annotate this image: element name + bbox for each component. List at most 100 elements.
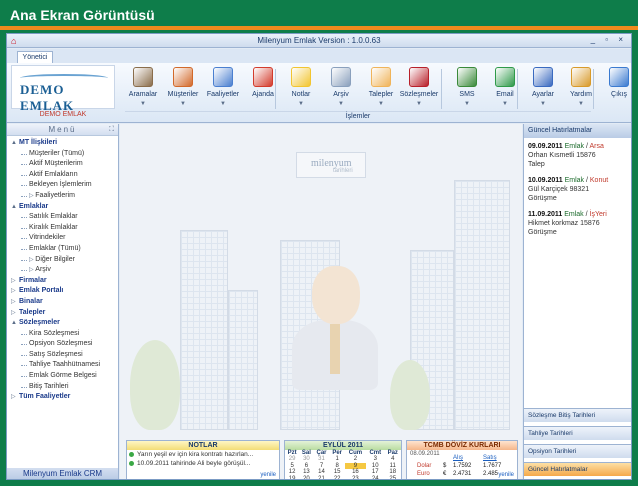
reminder-tab-button[interactable]: Sözleşme Bitiş Tarihleri bbox=[524, 408, 631, 422]
reminder-tab-button[interactable]: Opsiyon Tarihleri bbox=[524, 444, 631, 458]
reminder-item[interactable]: 11.09.2011 Emlak / İşYeri Hikmet korkmaz … bbox=[528, 210, 627, 237]
tab-yonetici[interactable]: Yönetici bbox=[17, 51, 53, 63]
tree-group[interactable]: ▷ Talepler bbox=[11, 308, 118, 319]
tool-notlar-button[interactable]: Notlar ▼ bbox=[283, 65, 319, 111]
exit-icon bbox=[609, 67, 629, 87]
tree-item[interactable]: Vitrindekiler bbox=[11, 233, 118, 244]
tool-label: Çıkış bbox=[611, 91, 627, 98]
tree-item[interactable]: Aktif Müşterilerim bbox=[11, 159, 118, 170]
notes-refresh-link[interactable]: yenile bbox=[260, 472, 276, 478]
tree-item[interactable]: ▷ Arşiv bbox=[11, 265, 118, 276]
tool-ar-iv-button[interactable]: Arşiv ▼ bbox=[323, 65, 359, 111]
chevron-down-icon: ▼ bbox=[540, 101, 546, 107]
tool-faaliyetler-button[interactable]: Faaliyetler ▼ bbox=[205, 65, 241, 111]
exchange-rates-panel: TCMB DÖVİZ KURLARI 08.09.2011 Alış Satış… bbox=[406, 440, 518, 480]
tree-item-label: Vitrindekiler bbox=[29, 234, 66, 242]
background-tree bbox=[130, 340, 180, 430]
tree-item[interactable]: Bitiş Tarihleri bbox=[11, 382, 118, 393]
ribbon: DEMO EMLAK DEMO EMLAK Aramalar ▼ Müşterile… bbox=[7, 63, 631, 123]
ribbon-separator bbox=[275, 69, 276, 109]
reminder-item[interactable]: 09.09.2011 Emlak / Arsa Orhan Kısmetli 15… bbox=[528, 142, 627, 169]
tree-item[interactable]: Satış Sözleşmesi bbox=[11, 350, 118, 361]
calendar-day[interactable]: 23 bbox=[345, 476, 366, 479]
tree-group[interactable]: ▷ Firmalar bbox=[11, 276, 118, 287]
tool--k--button[interactable]: Çıkış bbox=[601, 65, 631, 111]
tree-item[interactable]: ▷ Diğer Bilgiler bbox=[11, 255, 118, 266]
expand-icon[interactable]: ▷ bbox=[11, 308, 19, 319]
handshake-icon bbox=[371, 67, 391, 87]
calendar-day[interactable]: 24 bbox=[366, 476, 385, 479]
tree-item[interactable]: Satılık Emlaklar bbox=[11, 212, 118, 223]
fx-sell-value: 2.8232 bbox=[483, 479, 501, 480]
reminder-contact: Gül Karçiçek 98321 bbox=[528, 186, 590, 193]
tree-item[interactable]: Müşteriler (Tümü) bbox=[11, 149, 118, 160]
fx-buy-value: 2.4731 bbox=[453, 471, 472, 477]
chevron-down-icon: ▼ bbox=[464, 101, 470, 107]
pin-icon[interactable]: ⛶ bbox=[109, 124, 114, 136]
collapse-icon[interactable]: ▲ bbox=[11, 202, 19, 213]
tree-group[interactable]: ▲ Sözleşmeler bbox=[11, 318, 118, 329]
tool-m-teriler-button[interactable]: Müşteriler ▼ bbox=[165, 65, 201, 111]
expand-icon[interactable]: ▷ bbox=[11, 392, 19, 403]
reminder-contact: Hikmet korkmaz 15876 bbox=[528, 220, 600, 227]
tool-label: Faaliyetler bbox=[206, 91, 240, 98]
calendar-day[interactable]: 19 bbox=[285, 476, 299, 479]
note-item[interactable]: Yarın yeşil ev için kira kontratı hazırl… bbox=[127, 450, 279, 459]
tree-item-label: Opsiyon Sözleşmesi bbox=[29, 340, 93, 348]
tool-talepler-button[interactable]: Talepler ▼ bbox=[363, 65, 399, 111]
note-text: 10.09.2011 tahirinde Ali beyle görüşül..… bbox=[137, 460, 251, 467]
logo-arc bbox=[20, 74, 108, 82]
tree-item[interactable]: Kira Sözleşmesi bbox=[11, 329, 118, 340]
main-area: milenyum tarihleri NOTLAR Yarın yeşil ev… bbox=[120, 124, 522, 480]
fx-refresh-link[interactable]: yenile bbox=[498, 472, 514, 478]
expand-icon[interactable]: ▷ bbox=[11, 276, 19, 287]
calendar-day[interactable]: 21 bbox=[314, 476, 330, 479]
tree-item[interactable]: Kiralık Emlaklar bbox=[11, 223, 118, 234]
tree-item[interactable]: Aktif Emlakların bbox=[11, 170, 118, 181]
tool-sms-button[interactable]: SMS ▼ bbox=[449, 65, 485, 111]
tree-item[interactable]: Emlaklar (Tümü) bbox=[11, 244, 118, 255]
fx-currency-name: Dolar bbox=[417, 463, 432, 469]
tree-group[interactable]: ▲ MT İlişkileri bbox=[11, 138, 118, 149]
tree-item[interactable]: Opsiyon Sözleşmesi bbox=[11, 339, 118, 350]
collapse-icon[interactable]: ▲ bbox=[11, 138, 19, 149]
reminders-pane: Güncel Hatırlatmalar 09.09.2011 Emlak / … bbox=[523, 124, 631, 479]
tree-group[interactable]: ▷ Binalar bbox=[11, 297, 118, 308]
tree-item[interactable]: Bekleyen İşlemlerim bbox=[11, 180, 118, 191]
seal-icon bbox=[409, 67, 429, 87]
reminder-header: 10.09.2011 Emlak / Konut bbox=[528, 176, 627, 185]
tree-item-label: Kiralık Emlaklar bbox=[29, 223, 78, 231]
reminder-item[interactable]: 10.09.2011 Emlak / Konut Gül Karçiçek 983… bbox=[528, 176, 627, 203]
tree-item[interactable]: ▷ Faaliyetlerim bbox=[11, 191, 118, 202]
expand-icon[interactable]: ▷ bbox=[11, 286, 19, 297]
calendar-day[interactable]: 20 bbox=[299, 476, 313, 479]
fx-currency-name: Euro bbox=[417, 471, 430, 477]
tool-s-zle-meler-button[interactable]: Sözleşmeler ▼ bbox=[400, 65, 438, 111]
users-icon bbox=[173, 67, 193, 87]
puzzle-icon bbox=[213, 67, 233, 87]
reminder-category: Emlak bbox=[564, 211, 584, 218]
tree-group[interactable]: ▲ Emlaklar bbox=[11, 202, 118, 213]
tree-item[interactable]: Emlak Görme Belgesi bbox=[11, 371, 118, 382]
note-bullet-icon bbox=[129, 461, 134, 466]
calendar-day[interactable]: 25 bbox=[385, 476, 401, 479]
tool-ayarlar-button[interactable]: Ayarlar ▼ bbox=[525, 65, 561, 111]
collapse-icon[interactable]: ▲ bbox=[11, 318, 19, 329]
tool-label: Arşiv bbox=[333, 91, 349, 98]
window-controls[interactable]: _ ▫ × bbox=[591, 35, 627, 44]
reminder-tab-button[interactable]: Güncel Hatırlatmalar bbox=[524, 462, 631, 476]
expand-icon[interactable]: ▷ bbox=[11, 297, 19, 308]
reminder-tab-button[interactable]: Tahliye Tarihleri bbox=[524, 426, 631, 440]
tree-item[interactable]: Tahliye Taahhütnamesi bbox=[11, 360, 118, 371]
tree-group[interactable]: ▷ Tüm Faaliyetler bbox=[11, 392, 118, 403]
brand-sign-sub: tarihleri bbox=[333, 168, 353, 174]
calendar-day[interactable]: 22 bbox=[329, 476, 344, 479]
tree-group[interactable]: ▷ Emlak Portalı bbox=[11, 286, 118, 297]
chevron-down-icon: ▼ bbox=[140, 101, 146, 107]
fx-buy-header: Alış bbox=[453, 455, 464, 461]
reminders-title: Güncel Hatırlatmalar bbox=[524, 124, 631, 138]
note-item[interactable]: 10.09.2011 tahirinde Ali beyle görüşül..… bbox=[127, 459, 279, 468]
tree-item-label: Diğer Bilgiler bbox=[35, 255, 75, 263]
tool-aramalar-button[interactable]: Aramalar ▼ bbox=[125, 65, 161, 111]
reminder-header: 09.09.2011 Emlak / Arsa bbox=[528, 142, 627, 151]
